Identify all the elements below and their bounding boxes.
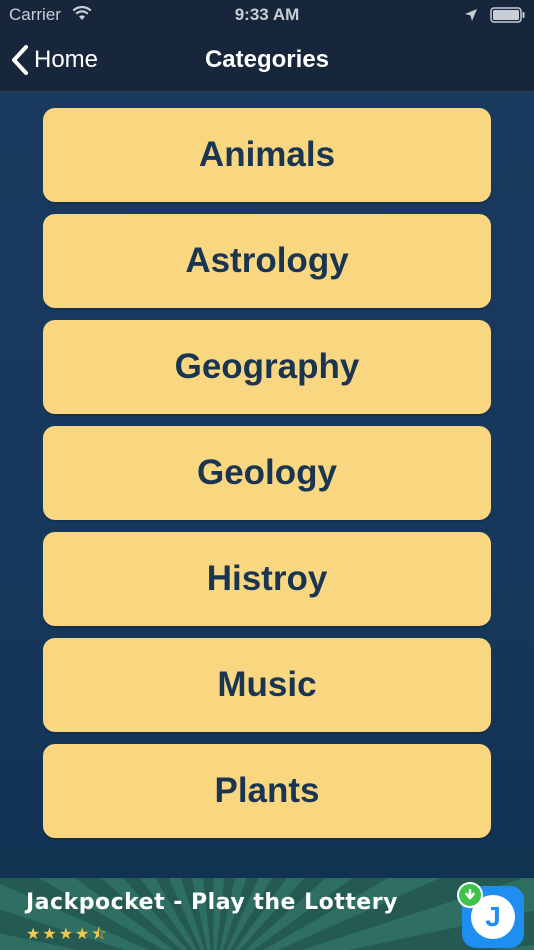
category-button-geography[interactable]: Geography [43,320,491,414]
ad-title: Jackpocket - Play the Lottery [26,890,398,915]
ad-banner[interactable]: Jackpocket - Play the Lottery ★★★★⯪ J [0,878,534,950]
ad-rating-stars: ★★★★⯪ [26,926,109,943]
battery-icon [490,7,526,28]
category-button-astrology[interactable]: Astrology [43,214,491,308]
category-button-animals[interactable]: Animals [43,108,491,202]
download-arrow-icon [457,882,483,908]
navigation-bar: Home Categories [0,30,534,92]
location-arrow-icon [464,7,478,27]
category-button-geology[interactable]: Geology [43,426,491,520]
category-list: Animals Astrology Geography Geology Hist… [43,108,491,850]
category-button-music[interactable]: Music [43,638,491,732]
clock: 9:33 AM [234,5,300,24]
status-bar: Carrier 9:33 AM [0,0,534,30]
category-button-plants[interactable]: Plants [43,744,491,838]
page-title: Categories [204,46,330,73]
category-button-history[interactable]: Histroy [43,532,491,626]
